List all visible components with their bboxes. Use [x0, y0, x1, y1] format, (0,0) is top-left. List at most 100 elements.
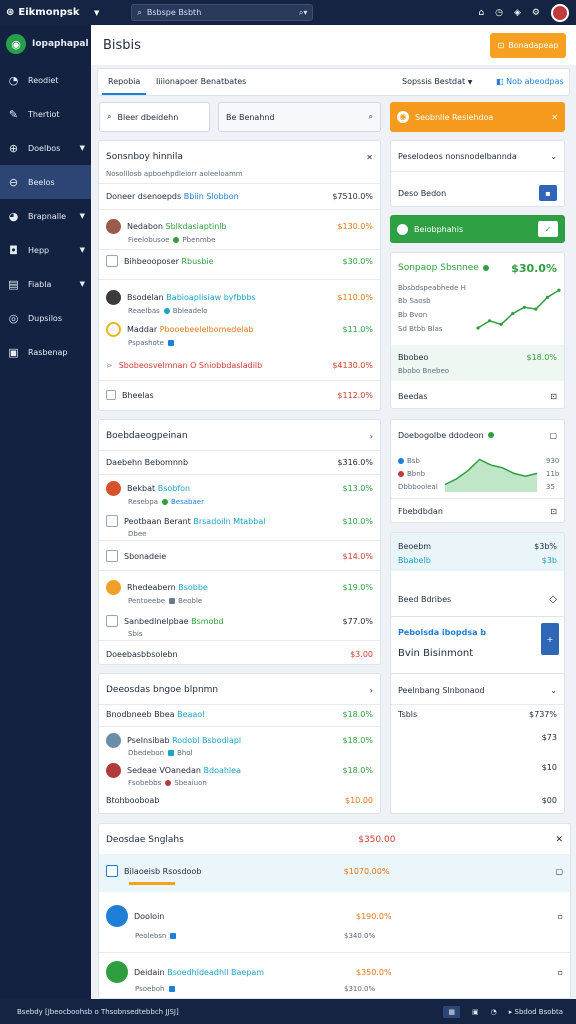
toggle-icon[interactable]: ▢ [549, 431, 557, 440]
tab-1[interactable]: Repobia [102, 69, 147, 95]
list-view-icon[interactable]: ▣ [472, 1008, 479, 1016]
sidebar-item-7[interactable]: ▤ Fiabla ▼ [0, 267, 91, 301]
data-point [534, 307, 538, 311]
info-action[interactable]: Beed Bdribes ◇ [391, 591, 564, 607]
tab-2[interactable]: Iiiionapoer Benatbates [150, 69, 252, 95]
table-row[interactable]: Btohbooboab $10.00 [99, 792, 380, 808]
row-tag: Bsobfon [157, 483, 191, 493]
checkbox[interactable] [106, 515, 118, 527]
apply-icon[interactable]: ▪ [539, 185, 557, 201]
sidebar-item-4[interactable]: ⊖ Beelos [0, 165, 91, 199]
expand-icon[interactable]: ▢ [555, 867, 563, 876]
table-row[interactable]: ⋗ Sbobeosvelmnan O Sniobbdasladilb $4130.0… [99, 357, 380, 373]
search-options-icon[interactable]: ⌕▾ [299, 8, 308, 18]
notifications-icon[interactable]: ◈ [514, 8, 521, 18]
sidebar-item-9[interactable]: ▣ Rasbenap [0, 335, 91, 369]
more-icon[interactable]: ▫ [558, 912, 563, 921]
secondary-field[interactable]: Be Benahnd ⌕ [218, 102, 381, 132]
table-row[interactable]: Bekbat Bsobfon $13.0% [99, 480, 380, 496]
add-button[interactable]: + [541, 623, 559, 655]
stats-value: $30.0% [511, 261, 557, 275]
tab-3[interactable]: Sopssis Bestdat ▼ [396, 69, 478, 95]
refresh-icon[interactable]: ◔ [491, 1008, 497, 1016]
tag-icon[interactable]: ◇ [549, 594, 557, 605]
expand-icon[interactable]: ⊡ [550, 392, 557, 401]
check-icon[interactable]: ✓ [538, 221, 558, 237]
summary-header[interactable]: Peelnbang Slnbonaod ⌄ [391, 682, 564, 698]
summary-value-2: $73 [541, 732, 557, 742]
grid-view-icon[interactable]: ▦ [443, 1005, 461, 1018]
row-sub2: Bhol [177, 749, 193, 757]
clock-icon[interactable]: ◷ [495, 8, 503, 18]
table-row[interactable]: Sanbedlnelpbae Bsmobd $77.0% [99, 613, 380, 629]
checkbox[interactable] [106, 390, 116, 400]
sidebar-item-8[interactable]: ◎ Dupsilos [0, 301, 91, 335]
row-value: $316.0% [337, 457, 373, 467]
row-sub2: Sbeaiuon [174, 779, 207, 787]
chevron-right-icon[interactable]: › [370, 686, 373, 695]
user-avatar[interactable] [551, 3, 569, 22]
panel-title: Deeosdas bngoe blpnmn › [99, 682, 380, 698]
row-tag: Sblkdasiaptinlb [165, 221, 227, 231]
row-sub2: Besabaer [171, 498, 204, 506]
filter-label: Peselodeos nonsnodelbannda [398, 151, 517, 161]
dropdown-chevron-icon[interactable]: ▼ [94, 9, 99, 17]
row-value: $4130.0% [332, 360, 373, 370]
table-row[interactable]: Deidain Bsoedhldeadhll Baepam $350.0% ▫ [99, 958, 570, 986]
table-row[interactable]: Daebehn Bebomnnb $316.0% [99, 454, 380, 470]
more-icon[interactable]: ▫ [558, 968, 563, 977]
table-row[interactable]: Bnodbneeb Bbea Beaaol $18.0% [99, 706, 380, 722]
sidebar-item-3[interactable]: ⊕ Doelbos ▼ [0, 131, 91, 165]
close-icon[interactable]: ✕ [366, 153, 373, 162]
collapse-icon[interactable]: ✕ [555, 835, 563, 845]
table-row[interactable]: Pselnsibab Rodobl Bsbodlapl $18.0% [99, 732, 380, 748]
sidebar-item-1[interactable]: ◔ Reodiet [0, 63, 91, 97]
filter-dropdown[interactable]: Peselodeos nonsnodelbannda ⌄ [391, 148, 564, 164]
table-row[interactable]: Bihbeooposer Rbusbie $30.0% [99, 253, 380, 269]
filter-row[interactable]: Deso Bedon ▪ [391, 185, 564, 201]
action-row: Beiobphahis ✓ [390, 221, 565, 237]
sidebar-item-2[interactable]: ✎ Thertiot [0, 97, 91, 131]
action-banner[interactable]: Beiobphahis ✓ [390, 215, 565, 243]
table-row[interactable]: Nedabon Sblkdasiaptinlb $130.0% [99, 218, 380, 234]
table-row[interactable]: Sedeae VOanedan Bdoahlea $18.0% [99, 762, 380, 778]
checkbox[interactable] [106, 255, 118, 267]
status-button[interactable]: ▸ Sbdod Bsobta [509, 1008, 563, 1016]
table-row[interactable]: Bsodelan Babioaplisiaw byfbbbs $110.0% [99, 289, 380, 305]
mini-chart-footer[interactable]: Fbebdbdan ⊡ [391, 504, 564, 518]
settings-icon[interactable]: ⚙ [532, 8, 540, 18]
alert-banner[interactable]: ◉ Seobnlle Reslehdoa ✕ [390, 102, 565, 132]
sidebar-item-5[interactable]: ◕ Brapnalle ▼ [0, 199, 91, 233]
sidebar-item-6[interactable]: ◘ Hepp ▼ [0, 233, 91, 267]
table-row[interactable]: Doeebasbbsolebn $3.00 [99, 646, 380, 662]
checkbox[interactable] [106, 615, 118, 627]
stats-line-1: Bb Saosb [398, 297, 431, 305]
table-row[interactable]: Bilaoeisb Rsosdoob $1070.00% ▢ [99, 863, 570, 879]
table-row[interactable]: Peotbaan Berant Brsadoiln Mtabbal $10.0% [99, 513, 380, 529]
table-row[interactable]: Rhedeabern Bsobbe $19.0% [99, 579, 380, 595]
close-icon[interactable]: ✕ [551, 113, 558, 122]
info-label-2: Bbabelb [398, 555, 431, 565]
table-row[interactable]: Maddar Pbooebeelelbomedelab $11.0% [99, 321, 380, 337]
home-icon[interactable]: ⌂ [478, 8, 484, 18]
table-row[interactable]: Bheelas $112.0% [99, 387, 380, 403]
stats-line-2: Bb Bvon [398, 311, 428, 319]
table-row[interactable]: Dooloin $190.0% ▫ [99, 902, 570, 930]
play-icon: ▸ [508, 1007, 513, 1016]
row-name: Sbobeosvelmnan O Sniobbdasladilb [118, 360, 263, 370]
checkbox[interactable] [106, 550, 118, 562]
chevron-right-icon[interactable]: › [370, 432, 373, 441]
upgrade-button[interactable]: ⊡ Bonadapeap [490, 33, 566, 58]
row-name: Btohbooboab [106, 795, 160, 805]
search-field[interactable]: ⌕ Bleer dbeidehn [99, 102, 210, 132]
checkbox[interactable] [106, 865, 118, 877]
tab-4[interactable]: ◧ Nob abeodpas [490, 69, 570, 95]
expand-icon[interactable]: ⊡ [550, 507, 557, 516]
table-row[interactable]: Doneer dsenoepds Bbiin Slobbon $7510.0% [99, 188, 380, 204]
stats-footer[interactable]: Beedas ⊡ [391, 389, 564, 403]
global-search-input[interactable]: ⌕ Bsbspe Bsbth ⌕▾ [131, 4, 314, 21]
app-brand[interactable]: ⊛ Eikmonpsk [0, 7, 90, 18]
row-name: Bihbeooposer [124, 256, 179, 266]
table-row[interactable]: Sbonadeie $14.0% [99, 548, 380, 564]
sidebar-brand[interactable]: ◉ Iopaphapal [0, 25, 91, 63]
